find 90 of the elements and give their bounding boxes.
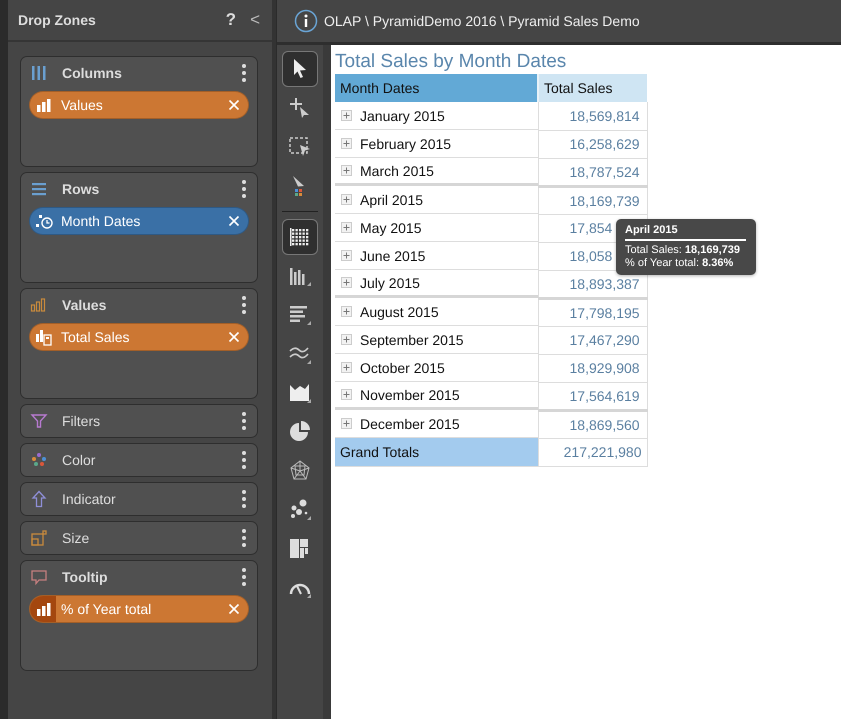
expand-icon[interactable] [341,389,352,400]
zone-label: Size [62,530,90,546]
expand-icon[interactable] [341,306,352,317]
more-options-icon[interactable] [241,489,247,509]
row-header[interactable]: June 2015 [335,242,538,270]
report-title: Total Sales by Month Dates [335,51,568,73]
row-header[interactable]: July 2015 [335,270,538,298]
expand-icon[interactable] [341,165,352,176]
row-label: August 2015 [360,304,439,320]
tooltip-title: April 2015 [625,224,746,241]
table-cell: 17,798,195 [538,298,647,326]
collapse-button[interactable]: < [248,10,262,30]
row-label: March 2015 [360,162,434,178]
bar-chart-icon [30,296,48,314]
column-header[interactable]: Month Dates [335,74,538,102]
pointer-tool-button[interactable] [282,51,318,87]
row-label: June 2015 [360,248,426,264]
table-cell: 17,467,290 [538,326,647,354]
more-options-icon[interactable] [241,179,247,199]
expand-icon[interactable] [341,418,352,429]
field-pill[interactable]: Month Dates [29,207,249,235]
grid-tool-button[interactable] [282,219,318,255]
expand-icon[interactable] [341,250,352,261]
expand-icon[interactable] [341,277,352,288]
more-options-icon[interactable] [241,411,247,431]
expand-icon[interactable] [341,222,352,233]
table-cell: 18,787,524 [538,158,647,186]
bar-chart-icon [35,600,53,618]
row-header[interactable]: November 2015 [335,382,538,410]
more-options-icon[interactable] [241,450,247,470]
row-header[interactable]: May 2015 [335,214,538,242]
row-label: April 2015 [360,192,424,208]
clock-icon [35,212,53,230]
calculator-icon [35,328,53,346]
row-header[interactable]: January 2015 [335,102,538,130]
column-header[interactable]: Total Sales [538,74,647,102]
table-cell: 217,221,980 [538,438,647,466]
breadcrumb: OLAP \ PyramidDemo 2016 \ Pyramid Sales Demo [324,13,640,29]
table-cell: 18,169,739 [538,186,647,214]
more-options-icon[interactable] [241,295,247,315]
zone-label: Color [62,452,96,468]
zone-label: Indicator [62,491,117,507]
filter-icon [30,412,48,430]
row-label: October 2015 [360,360,445,376]
row-header[interactable]: August 2015 [335,298,538,326]
expand-icon[interactable] [341,194,352,205]
row-label: January 2015 [360,108,445,124]
expand-icon[interactable] [341,362,352,373]
table-cell: 18,869,560 [538,410,647,438]
columns-icon [30,64,48,82]
row-label: November 2015 [360,386,460,402]
row-header[interactable]: March 2015 [335,158,538,186]
row-label: December 2015 [360,416,460,432]
help-button[interactable]: ? [224,10,238,30]
zone-label: Tooltip [62,569,109,585]
more-options-icon[interactable] [241,567,247,587]
row-label: September 2015 [360,332,464,348]
arrow-up-icon [30,490,48,508]
row-header[interactable]: April 2015 [335,186,538,214]
close-icon[interactable] [228,99,240,111]
zone-label: Columns [62,65,123,81]
row-label: July 2015 [360,274,420,290]
expand-icon[interactable] [341,110,352,121]
table-cell: 18,929,908 [538,354,647,382]
expand-icon[interactable] [341,334,352,345]
info-icon[interactable] [294,9,318,33]
row-label: May 2015 [360,220,422,236]
row-header[interactable]: February 2015 [335,130,538,158]
panel-title: Drop Zones [18,12,97,28]
size-icon [30,529,48,547]
speech-bubble-icon [30,568,48,586]
table-cell: 16,258,629 [538,130,647,158]
table-cell: 18,569,814 [538,102,647,130]
zone-label: Rows [62,181,100,197]
dots-icon [30,451,48,469]
row-header[interactable]: September 2015 [335,326,538,354]
more-options-icon[interactable] [241,63,247,83]
close-icon[interactable] [228,215,240,227]
row-header[interactable]: October 2015 [335,354,538,382]
row-label: February 2015 [360,136,452,152]
zone-label: Filters [62,413,102,429]
more-options-icon[interactable] [241,528,247,548]
rows-icon [30,180,48,198]
expand-icon[interactable] [341,138,352,149]
close-icon[interactable] [228,331,240,343]
bar-chart-icon [35,96,53,114]
grand-total-label: Grand Totals [335,438,538,466]
zone-label: Values [62,297,108,313]
table-cell: 17,564,619 [538,382,647,410]
close-icon[interactable] [228,603,240,615]
